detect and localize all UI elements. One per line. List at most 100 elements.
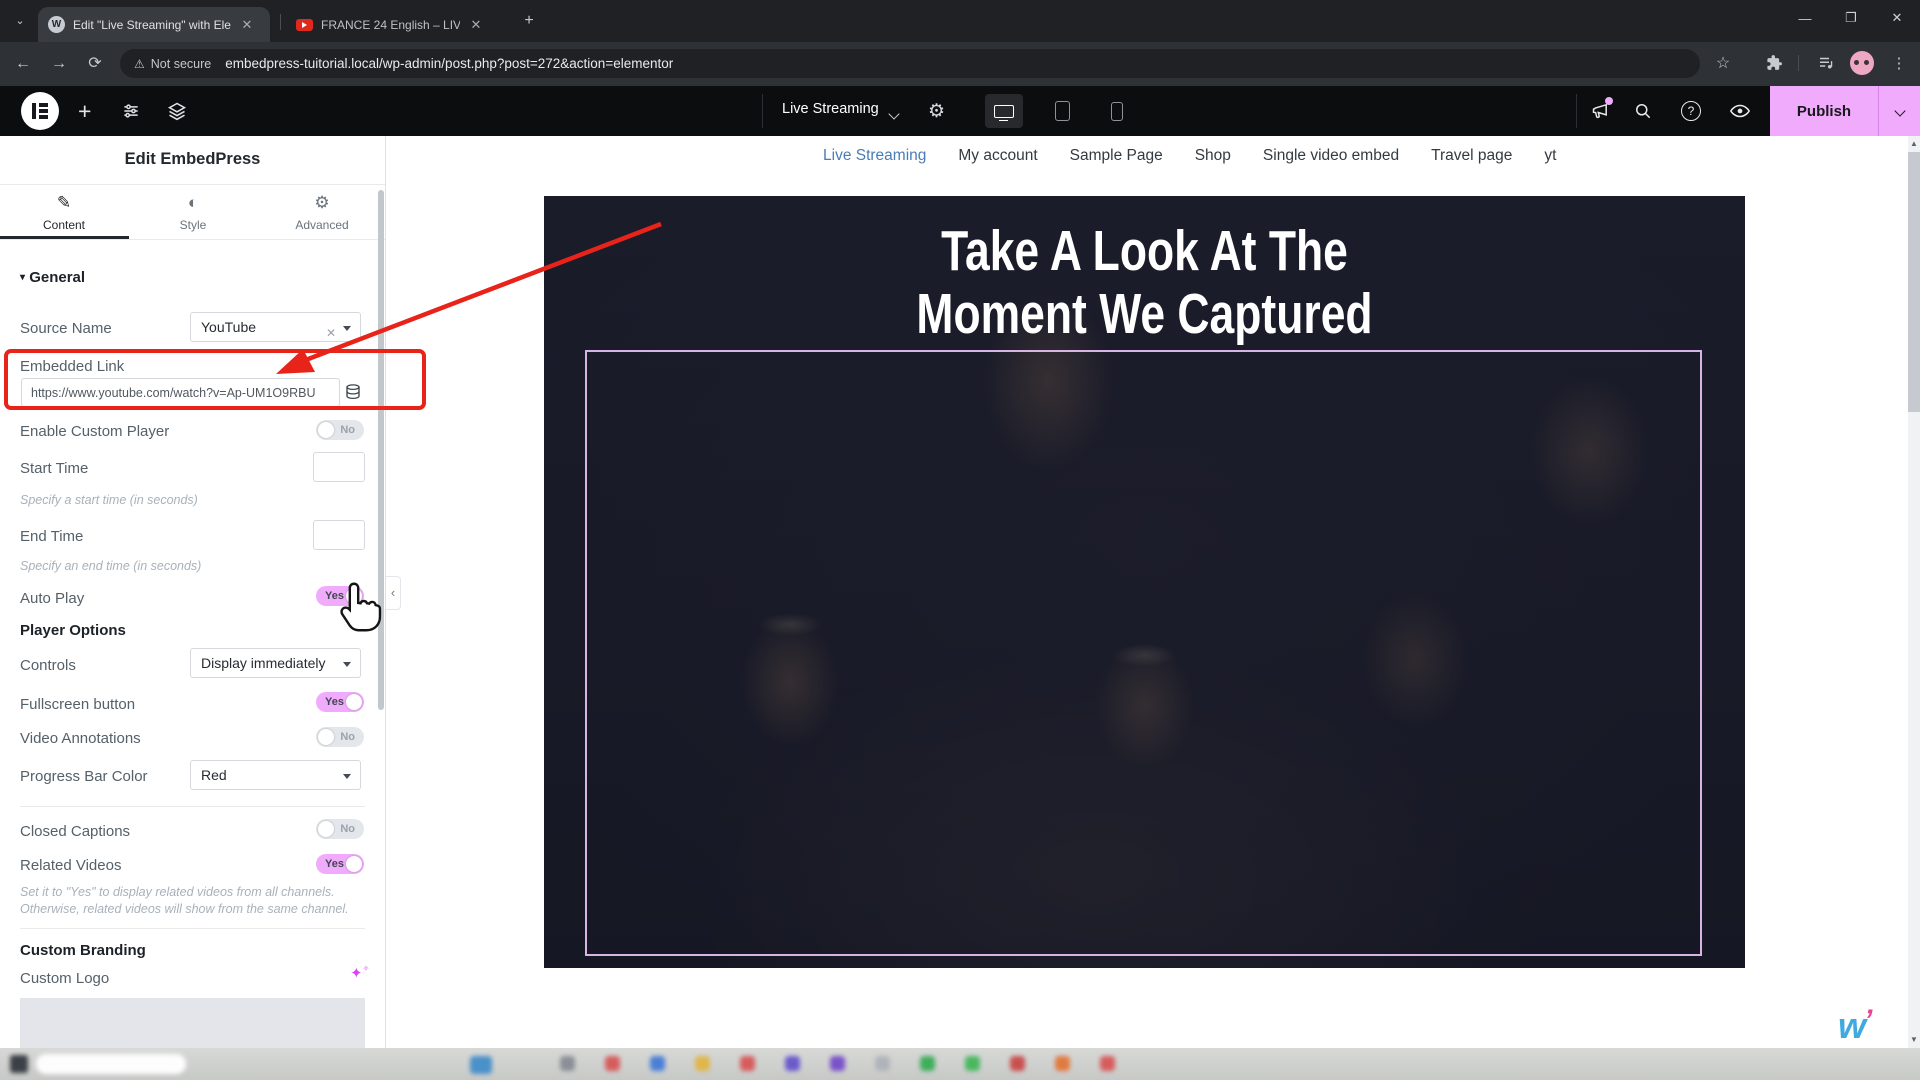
scroll-down-arrow[interactable]: ▼ (1908, 1034, 1920, 1046)
scroll-up-arrow[interactable]: ▲ (1908, 138, 1920, 150)
address-bar[interactable]: ⚠ Not secure embedpress-tuitorial.local/… (120, 49, 1700, 78)
tablet-icon (1055, 101, 1070, 121)
tab-close-icon[interactable]: ✕ (239, 17, 255, 33)
taskbar-search-box[interactable] (36, 1054, 186, 1074)
tab-content[interactable]: ✎ Content (0, 192, 128, 232)
tab-search-button[interactable]: ⌄ (9, 11, 31, 33)
start-time-input[interactable] (313, 452, 365, 482)
page-scrollbar-thumb[interactable] (1908, 152, 1920, 412)
embed-widget-selection-outline[interactable] (585, 350, 1702, 956)
site-settings-button[interactable] (121, 101, 141, 126)
browser-tab-active[interactable]: W Edit "Live Streaming" with Elem ✕ (38, 7, 270, 42)
taskbar-icon[interactable] (875, 1056, 890, 1071)
browser-tab-inactive[interactable]: FRANCE 24 English – LIVE – Inte ✕ (286, 7, 494, 42)
sliders-icon (121, 101, 141, 121)
structure-navigator-button[interactable] (167, 101, 187, 126)
player-options-heading: Player Options (20, 622, 126, 639)
nav-link-single-video-embed[interactable]: Single video embed (1263, 147, 1399, 165)
taskbar-icon[interactable] (1010, 1056, 1025, 1071)
hero-section: Take A Look At The Moment We Captured (544, 196, 1745, 968)
extensions-icon[interactable] (1761, 50, 1787, 76)
clear-x-icon[interactable]: ✕ (326, 319, 336, 347)
mobile-icon (1111, 102, 1123, 121)
layers-icon (167, 101, 187, 121)
window-minimize-button[interactable]: — (1782, 0, 1828, 36)
taskbar-icon[interactable] (1055, 1056, 1070, 1071)
page-settings-gear-icon[interactable]: ⚙ (928, 100, 945, 123)
taskbar-icon[interactable] (650, 1056, 665, 1071)
document-switcher[interactable]: Live Streaming (782, 101, 879, 117)
nav-link-yt[interactable]: yt (1544, 147, 1556, 165)
controls-select[interactable]: Display immediately (190, 648, 361, 678)
device-desktop-button[interactable] (985, 94, 1023, 128)
forward-button[interactable]: → (46, 51, 72, 77)
taskbar-icon[interactable] (785, 1056, 800, 1071)
ai-sparkle-icon[interactable]: ✦✧ (350, 964, 369, 982)
taskbar-icon[interactable] (965, 1056, 980, 1071)
taskbar-icon[interactable] (1100, 1056, 1115, 1071)
profile-avatar[interactable] (1850, 51, 1874, 75)
finder-search-button[interactable] (1633, 101, 1653, 126)
help-button[interactable]: ? (1681, 101, 1701, 121)
related-videos-toggle[interactable]: Yes (316, 854, 364, 874)
panel-collapse-handle[interactable]: ‹ (386, 576, 401, 610)
device-mobile-button[interactable] (1098, 94, 1136, 128)
media-controls-icon[interactable] (1813, 50, 1839, 76)
nav-link-shop[interactable]: Shop (1195, 147, 1231, 165)
style-icon: ◐ (129, 192, 257, 214)
device-tablet-button[interactable] (1043, 94, 1081, 128)
taskbar-icon[interactable] (830, 1056, 845, 1071)
nav-link-live-streaming[interactable]: Live Streaming (823, 147, 926, 165)
new-tab-button[interactable]: + (518, 11, 540, 33)
publish-button[interactable]: Publish (1770, 103, 1878, 120)
taskbar-icon[interactable] (470, 1056, 492, 1074)
nav-link-my-account[interactable]: My account (958, 147, 1037, 165)
progress-bar-color-select[interactable]: Red (190, 760, 361, 790)
taskbar-icon[interactable] (740, 1056, 755, 1071)
security-label: Not secure (151, 57, 211, 71)
eye-icon (1729, 101, 1751, 121)
taskbar-icon[interactable] (560, 1056, 575, 1071)
general-section-header[interactable]: ▾ General (20, 269, 85, 286)
progress-bar-color-label: Progress Bar Color (20, 768, 148, 785)
taskbar-icon[interactable] (605, 1056, 620, 1071)
annotation-highlight-rect (4, 349, 426, 410)
tab-style[interactable]: ◐ Style (129, 192, 257, 232)
tab-close-icon[interactable]: ✕ (468, 17, 484, 33)
caret-down-icon: ▾ (20, 272, 25, 283)
publish-options-button[interactable] (1879, 107, 1920, 115)
bookmark-star-icon[interactable]: ☆ (1710, 50, 1736, 76)
hero-heading[interactable]: Take A Look At The Moment We Captured (676, 220, 1613, 346)
browser-menu-kebab-icon[interactable]: ⋮ (1886, 50, 1912, 76)
end-time-input[interactable] (313, 520, 365, 550)
nav-link-sample-page[interactable]: Sample Page (1070, 147, 1163, 165)
custom-logo-media-placeholder[interactable] (20, 998, 365, 1048)
preview-nav-menu: Live Streaming My account Sample Page Sh… (823, 147, 1556, 165)
gear-icon: ⚙ (258, 192, 386, 214)
fullscreen-toggle[interactable]: Yes (316, 692, 364, 712)
search-icon (1633, 101, 1653, 121)
tab-title: FRANCE 24 English – LIVE – Inte (321, 18, 460, 32)
topbar-divider (762, 94, 763, 128)
whats-new-button[interactable] (1590, 100, 1611, 126)
reload-button[interactable]: ⟳ (82, 51, 108, 77)
elementor-logo-button[interactable] (21, 92, 59, 130)
start-button[interactable] (10, 1055, 28, 1073)
related-videos-description: Set it to "Yes" to display related video… (20, 884, 360, 918)
preview-changes-button[interactable] (1729, 101, 1751, 126)
video-annotations-toggle[interactable]: No (316, 727, 364, 747)
tab-advanced[interactable]: ⚙ Advanced (258, 192, 386, 232)
window-maximize-button[interactable]: ❐ (1828, 0, 1874, 36)
window-close-button[interactable]: ✕ (1874, 0, 1920, 36)
taskbar-icon[interactable] (920, 1056, 935, 1071)
closed-captions-toggle[interactable]: No (316, 819, 364, 839)
source-name-select[interactable]: YouTube ✕ (190, 312, 361, 342)
taskbar-icon[interactable] (695, 1056, 710, 1071)
controls-label: Controls (20, 657, 76, 674)
playlist-icon (1817, 54, 1835, 72)
enable-custom-player-toggle[interactable]: No (316, 420, 364, 440)
nav-link-travel-page[interactable]: Travel page (1431, 147, 1512, 165)
back-button[interactable]: ← (10, 51, 36, 77)
document-chevron-down-icon[interactable] (890, 105, 898, 123)
add-element-button[interactable]: + (78, 98, 91, 125)
